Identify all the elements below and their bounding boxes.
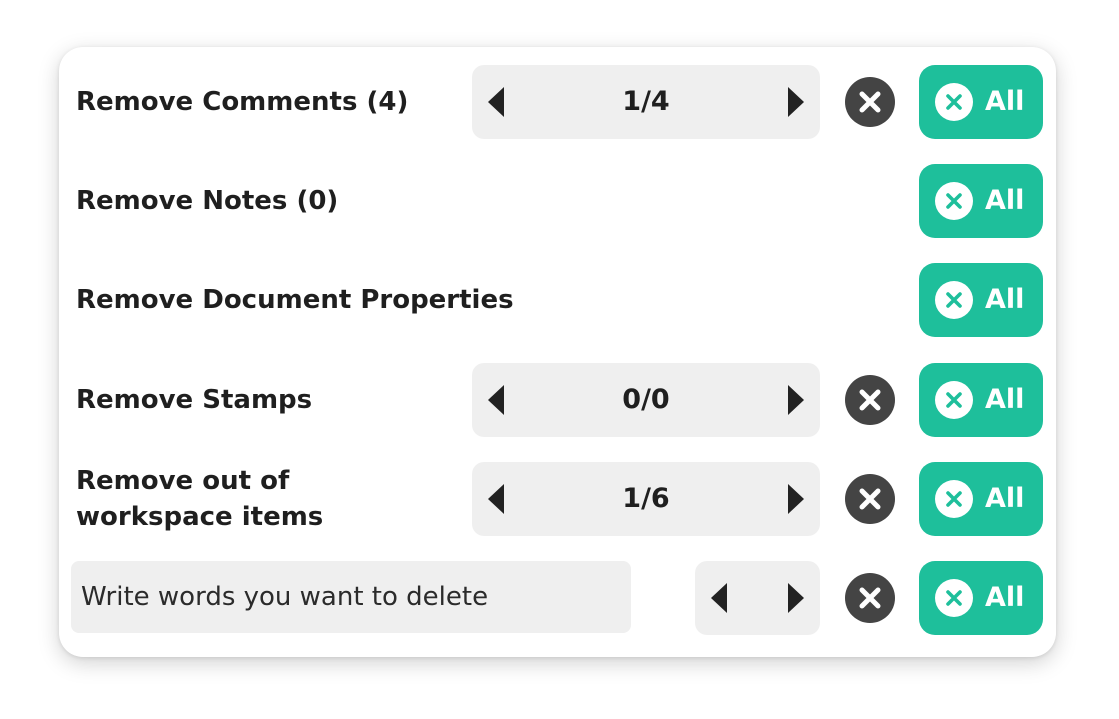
words-to-delete-input[interactable]	[71, 561, 631, 633]
caret-right-icon[interactable]	[776, 481, 812, 517]
all-button-label: All	[985, 284, 1025, 315]
row-remove-document-properties: Remove Document Properties All	[59, 263, 1056, 337]
row-remove-out-of-workspace-items: Remove out of workspace items 1/6 All	[59, 462, 1056, 536]
all-button-label: All	[985, 185, 1025, 216]
remove-all-words-button[interactable]: All	[919, 561, 1043, 635]
comments-counter: 1/4	[622, 86, 670, 117]
caret-right-icon[interactable]	[776, 580, 812, 616]
close-circle-icon	[934, 578, 974, 618]
clear-comments-button[interactable]	[845, 77, 895, 127]
close-circle-icon	[934, 380, 974, 420]
words-pager	[695, 561, 820, 635]
remove-all-stamps-button[interactable]: All	[919, 363, 1043, 437]
remove-all-document-properties-button[interactable]: All	[919, 263, 1043, 337]
remove-stamps-label: Remove Stamps	[76, 385, 313, 415]
stamps-counter: 0/0	[622, 384, 670, 415]
close-circle-icon	[934, 479, 974, 519]
clear-workspace-items-button[interactable]	[845, 474, 895, 524]
caret-right-icon[interactable]	[776, 382, 812, 418]
close-circle-icon	[934, 181, 974, 221]
row-remove-comments: Remove Comments (4) 1/4 All	[59, 65, 1056, 139]
remove-out-of-workspace-label: Remove out of workspace items	[76, 466, 324, 532]
all-button-label: All	[985, 86, 1025, 117]
all-button-label: All	[985, 483, 1025, 514]
remove-all-comments-button[interactable]: All	[919, 65, 1043, 139]
remove-document-properties-label: Remove Document Properties	[76, 285, 514, 315]
workspace-items-pager: 1/6	[472, 462, 820, 536]
row-remove-notes: Remove Notes (0) All	[59, 164, 1056, 238]
clear-words-button[interactable]	[845, 573, 895, 623]
caret-left-icon[interactable]	[703, 580, 739, 616]
close-circle-icon	[934, 82, 974, 122]
remove-all-workspace-items-button[interactable]: All	[919, 462, 1043, 536]
close-circle-icon	[934, 280, 974, 320]
all-button-label: All	[985, 384, 1025, 415]
caret-right-icon[interactable]	[776, 84, 812, 120]
remove-comments-label: Remove Comments (4)	[76, 87, 409, 117]
remove-all-notes-button[interactable]: All	[919, 164, 1043, 238]
row-remove-words: All	[59, 561, 1056, 635]
clear-stamps-button[interactable]	[845, 375, 895, 425]
stamps-pager: 0/0	[472, 363, 820, 437]
comments-pager: 1/4	[472, 65, 820, 139]
remove-notes-label: Remove Notes (0)	[76, 186, 339, 216]
all-button-label: All	[985, 582, 1025, 613]
row-remove-stamps: Remove Stamps 0/0 All	[59, 363, 1056, 437]
remove-panel: Remove Comments (4) 1/4 All Remove Notes…	[59, 47, 1056, 657]
workspace-items-counter: 1/6	[622, 483, 670, 514]
